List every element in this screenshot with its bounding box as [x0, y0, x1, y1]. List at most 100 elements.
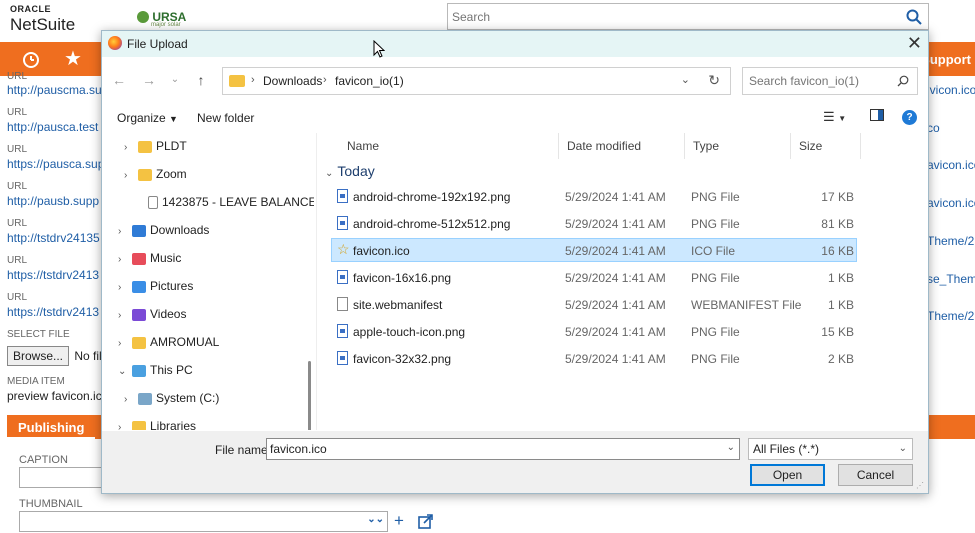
- column-header-size[interactable]: Size: [791, 133, 861, 159]
- file-row[interactable]: android-chrome-512x512.png 5/29/2024 1:4…: [331, 212, 857, 236]
- chevron-right-icon[interactable]: ›: [118, 277, 132, 299]
- record-fields: URL http://pauscma.su URL http://pausca.…: [7, 70, 102, 341]
- search-icon[interactable]: [897, 75, 909, 87]
- tree-item-zoom[interactable]: › Zoom: [124, 163, 187, 185]
- forward-arrow-icon[interactable]: →: [140, 71, 158, 89]
- organize-menu[interactable]: Organize ▼: [117, 111, 178, 125]
- chevron-right-icon[interactable]: ›: [124, 389, 138, 411]
- address-bar[interactable]: › Downloads › favicon_io(1) ⌄ ↻: [222, 67, 731, 95]
- url-link[interactable]: https://pausca.sup: [7, 156, 102, 180]
- chevron-right-icon[interactable]: ›: [118, 305, 132, 327]
- file-date: 5/29/2024 1:41 AM: [565, 325, 666, 339]
- file-row[interactable]: favicon-32x32.png 5/29/2024 1:41 AM PNG …: [331, 347, 857, 371]
- tree-item-pictures[interactable]: › Pictures: [118, 275, 193, 297]
- dialog-title-bar[interactable]: File Upload ✕: [102, 31, 928, 57]
- cancel-button[interactable]: Cancel: [838, 464, 913, 486]
- global-search-input[interactable]: [448, 4, 888, 29]
- tree-scrollbar[interactable]: [308, 361, 311, 430]
- group-header-today[interactable]: ⌄ Today: [325, 163, 375, 179]
- url-fragment[interactable]: avicon.ico: [927, 158, 975, 172]
- up-arrow-icon[interactable]: ↑: [192, 71, 210, 89]
- company-logo[interactable]: URSA major solar: [137, 9, 186, 28]
- file-type-select[interactable]: All Files (*.*) ⌄: [748, 438, 913, 460]
- open-button[interactable]: Open: [750, 464, 825, 486]
- tree-item-label: AMROMUAL: [150, 335, 220, 349]
- tree-item-music[interactable]: › Music: [118, 247, 181, 269]
- url-link[interactable]: https://tstdrv2413: [7, 304, 102, 328]
- tree-item-label: Zoom: [156, 167, 187, 181]
- url-fragment[interactable]: co: [927, 121, 975, 135]
- favorites-star-icon[interactable]: ★: [62, 48, 84, 70]
- url-link[interactable]: http://pauscma.su: [7, 82, 102, 106]
- add-icon[interactable]: +: [394, 511, 404, 531]
- url-fragment[interactable]: ivicon.ico: [927, 83, 975, 97]
- new-folder-button[interactable]: New folder: [197, 111, 254, 125]
- folder-icon: [132, 420, 146, 430]
- url-fragment[interactable]: Theme/2: [927, 309, 975, 323]
- column-header-type[interactable]: Type: [685, 133, 791, 159]
- column-header-date[interactable]: Date modified: [559, 133, 685, 159]
- file-date: 5/29/2024 1:41 AM: [565, 298, 666, 312]
- netsuite-logo[interactable]: ORACLE NetSuite: [10, 5, 76, 34]
- file-name: favicon-16x16.png: [353, 271, 452, 285]
- chevron-down-icon[interactable]: ⌄: [118, 361, 132, 383]
- netsuite-wordmark: NetSuite: [10, 15, 76, 34]
- url-link[interactable]: http://pausca.test: [7, 119, 102, 143]
- column-header-name[interactable]: Name: [339, 133, 559, 159]
- url-link[interactable]: http://tstdrv24135: [7, 230, 102, 254]
- tree-item-pldt[interactable]: › PLDT: [124, 135, 187, 157]
- downloads-icon: [132, 224, 146, 237]
- file-row[interactable]: site.webmanifest 5/29/2024 1:41 AM WEBMA…: [331, 293, 857, 317]
- tree-item-leave-balance[interactable]: 1423875 - LEAVE BALANCE.7z: [148, 191, 314, 213]
- breadcrumb-current-folder[interactable]: favicon_io(1): [335, 74, 404, 88]
- chevron-right-icon[interactable]: ›: [118, 333, 132, 355]
- chevron-right-icon[interactable]: ›: [118, 221, 132, 243]
- url-link[interactable]: http://pausb.supp: [7, 193, 102, 217]
- file-row-selected[interactable]: ☆ favicon.ico 5/29/2024 1:41 AM ICO File…: [331, 238, 857, 262]
- url-label: URL: [7, 71, 28, 82]
- folder-search-input[interactable]: [743, 68, 893, 94]
- recent-locations-chevron-icon[interactable]: ⌄: [166, 71, 184, 89]
- browse-button[interactable]: Browse...: [7, 346, 70, 366]
- chevron-right-icon[interactable]: ›: [124, 165, 138, 187]
- chevron-right-icon[interactable]: ›: [323, 74, 327, 86]
- file-row[interactable]: android-chrome-192x192.png 5/29/2024 1:4…: [331, 185, 857, 209]
- folder-search: [742, 67, 918, 95]
- url-fragment[interactable]: se_Them: [927, 272, 975, 286]
- url-label: URL: [7, 181, 28, 192]
- resize-grip-icon[interactable]: ⋰: [916, 481, 926, 491]
- tree-item-this-pc[interactable]: ⌄ This PC: [118, 359, 193, 381]
- navigation-pane: › PLDT › Zoom 1423875 - LEAVE BALANCE.7z ›…: [102, 133, 314, 430]
- url-link[interactable]: https://tstdrv2413: [7, 267, 102, 291]
- tab-publishing[interactable]: Publishing: [7, 415, 96, 439]
- file-row[interactable]: apple-touch-icon.png 5/29/2024 1:41 AM P…: [331, 320, 857, 344]
- open-external-icon[interactable]: [418, 514, 433, 529]
- file-row[interactable]: favicon-16x16.png 5/29/2024 1:41 AM PNG …: [331, 266, 857, 290]
- view-options-icon[interactable]: ☰ ▼: [823, 109, 846, 125]
- tree-item-videos[interactable]: › Videos: [118, 303, 186, 325]
- search-icon[interactable]: [906, 9, 922, 25]
- chevron-right-icon[interactable]: ›: [124, 137, 138, 159]
- url-label: URL: [7, 107, 28, 118]
- tree-item-amromual[interactable]: › AMROMUAL: [118, 331, 219, 353]
- url-fragment[interactable]: avicon.ico: [927, 196, 975, 210]
- recent-records-icon[interactable]: [20, 48, 42, 70]
- thumbnail-select[interactable]: ⌄⌄: [19, 511, 388, 532]
- file-name: site.webmanifest: [353, 298, 443, 312]
- chevron-right-icon[interactable]: ›: [118, 417, 132, 430]
- back-arrow-icon[interactable]: ←: [110, 71, 128, 89]
- preview-pane-icon[interactable]: [870, 109, 884, 124]
- refresh-icon[interactable]: ↻: [708, 72, 720, 89]
- help-icon[interactable]: ?: [902, 110, 917, 125]
- chevron-right-icon[interactable]: ›: [118, 249, 132, 271]
- chevron-down-icon[interactable]: ⌄: [681, 73, 690, 86]
- tree-item-downloads[interactable]: › Downloads: [118, 219, 209, 241]
- tree-item-system-drive[interactable]: › System (C:): [124, 387, 219, 409]
- tree-item-libraries[interactable]: › Libraries: [118, 415, 196, 430]
- url-fragment[interactable]: Theme/2: [927, 234, 975, 248]
- breadcrumb-downloads[interactable]: Downloads: [263, 74, 322, 88]
- close-icon[interactable]: ✕: [907, 33, 922, 53]
- chevron-down-icon[interactable]: ⌄: [727, 442, 735, 453]
- file-date: 5/29/2024 1:41 AM: [565, 352, 666, 366]
- file-name-input[interactable]: [267, 439, 707, 459]
